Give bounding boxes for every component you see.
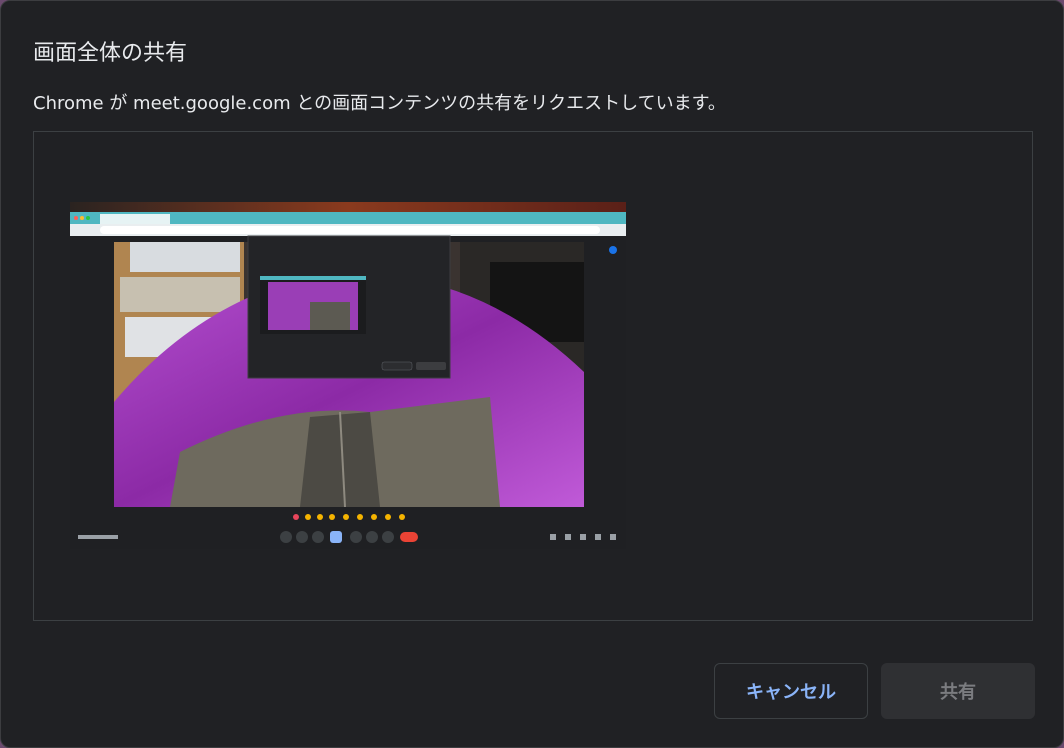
entire-screen-thumbnail[interactable] [70,202,626,549]
screen-share-dialog: 画面全体の共有 Chrome が meet.google.com との画面コンテ… [0,0,1064,748]
preview-area [33,131,1033,621]
screen-thumbnail-image [70,202,626,549]
cancel-button[interactable]: キャンセル [714,663,868,719]
dialog-subtitle: Chrome が meet.google.com との画面コンテンツの共有をリク… [33,93,726,114]
dialog-title: 画面全体の共有 [33,41,188,66]
share-button[interactable]: 共有 [881,663,1035,719]
